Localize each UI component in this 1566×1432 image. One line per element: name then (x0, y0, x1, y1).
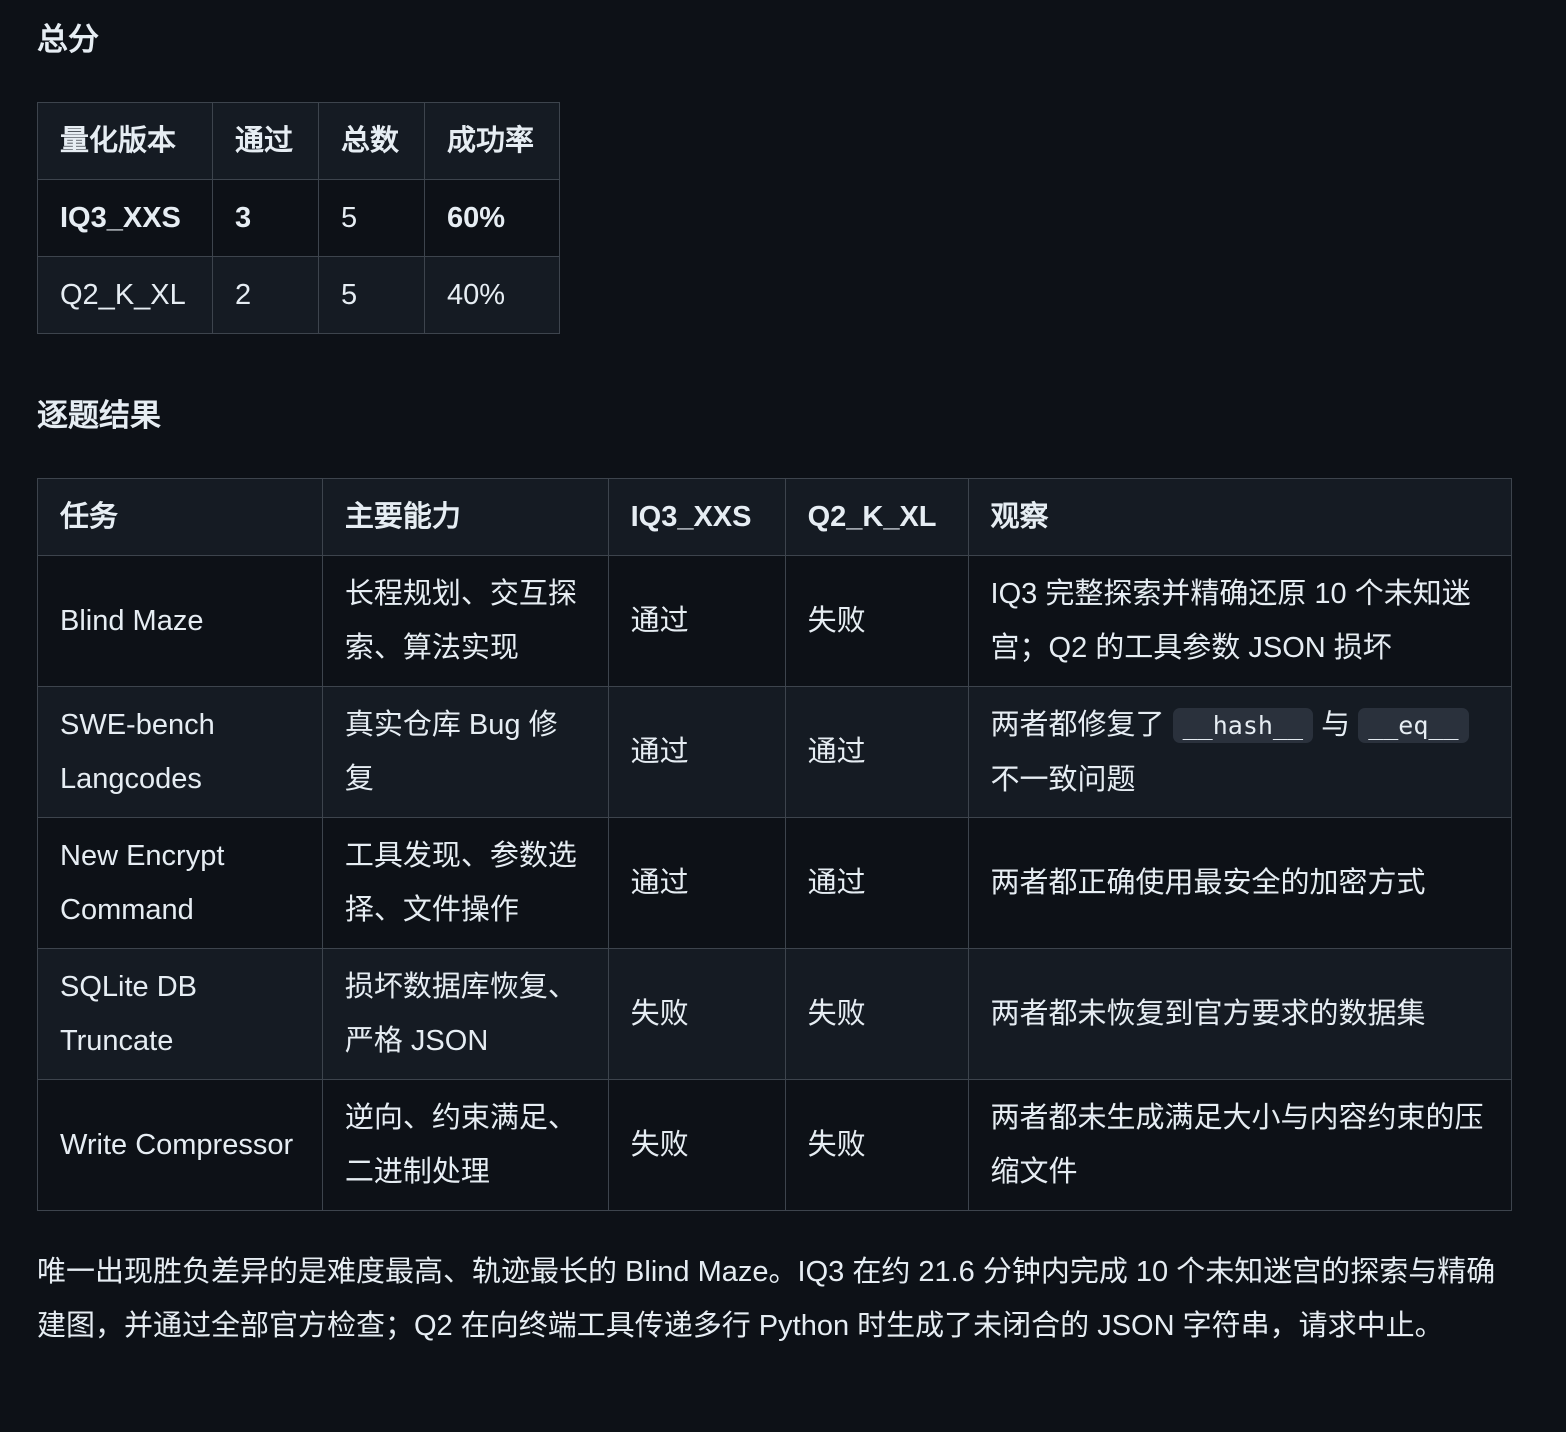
task-ability: 长程规划、交互探索、算法实现 (321, 555, 609, 687)
conclusion-paragraph: 唯一出现胜负差异的是难度最高、轨迹最长的 Blind Maze。IQ3 在约 2… (37, 1256, 1496, 1342)
task-name: Blind Maze (37, 555, 323, 687)
total-count: 5 (318, 179, 425, 257)
task-ability: 真实仓库 Bug 修复 (321, 686, 609, 818)
details-heading: 逐题结果 (37, 398, 161, 433)
iq3-result: 失败 (607, 948, 786, 1080)
q2-result: 失败 (784, 1079, 969, 1211)
table-row: Q2_K_XL 2 5 40% (37, 256, 560, 334)
details-header-cell: IQ3_XXS (607, 478, 786, 556)
iq3-result: 失败 (607, 1079, 786, 1211)
summary-heading: 总分 (37, 22, 99, 57)
summary-table: 量化版本 通过 总数 成功率 IQ3_XXS 3 5 60% Q2_K_XL 2… (37, 102, 560, 334)
details-table: 任务 主要能力 IQ3_XXS Q2_K_XL 观察 Blind Maze 长程… (37, 478, 1513, 1211)
inline-code-eq: __eq__ (1358, 707, 1469, 743)
observation-text: 与 (1321, 708, 1351, 741)
table-row: Blind Maze 长程规划、交互探索、算法实现 通过 失败 IQ3 完整探索… (37, 555, 1513, 687)
table-row: Write Compressor 逆向、约束满足、二进制处理 失败 失败 两者都… (37, 1079, 1513, 1211)
task-ability: 工具发现、参数选择、文件操作 (321, 817, 609, 949)
observation: IQ3 完整探索并精确还原 10 个未知迷宫；Q2 的工具参数 JSON 损坏 (967, 555, 1513, 687)
q2-result: 通过 (784, 686, 969, 818)
success-rate: 60% (424, 179, 560, 257)
observation: 两者都修复了 __hash__ 与 __eq__ 不一致问题 (967, 686, 1513, 818)
task-name: Write Compressor (37, 1079, 323, 1211)
table-row: IQ3_XXS 3 5 60% (37, 179, 560, 257)
observation: 两者都未恢复到官方要求的数据集 (967, 948, 1513, 1080)
iq3-result: 通过 (607, 555, 786, 687)
observation: 两者都未生成满足大小与内容约束的压缩文件 (967, 1079, 1513, 1211)
quant-version: IQ3_XXS (37, 179, 213, 257)
iq3-result: 通过 (607, 686, 786, 818)
pass-count: 3 (212, 179, 319, 257)
table-row: SWE-bench Langcodes 真实仓库 Bug 修复 通过 通过 两者… (37, 686, 1513, 818)
details-header-row: 任务 主要能力 IQ3_XXS Q2_K_XL 观察 (37, 478, 1513, 556)
summary-header-cell: 总数 (318, 102, 425, 180)
details-header-cell: 任务 (37, 478, 323, 556)
summary-header-cell: 通过 (212, 102, 319, 180)
q2-result: 失败 (784, 555, 969, 687)
observation: 两者都正确使用最安全的加密方式 (967, 817, 1513, 949)
details-header-cell: 主要能力 (321, 478, 609, 556)
details-header-cell: 观察 (967, 478, 1513, 556)
q2-result: 通过 (784, 817, 969, 949)
quant-version: Q2_K_XL (37, 256, 213, 334)
summary-header-cell: 量化版本 (37, 102, 213, 180)
details-header-cell: Q2_K_XL (784, 478, 969, 556)
task-ability: 损坏数据库恢复、严格 JSON (321, 948, 609, 1080)
total-count: 5 (318, 256, 425, 334)
task-name: SWE-bench Langcodes (37, 686, 323, 818)
iq3-result: 通过 (607, 817, 786, 949)
table-row: SQLite DB Truncate 损坏数据库恢复、严格 JSON 失败 失败… (37, 948, 1513, 1080)
summary-header-row: 量化版本 通过 总数 成功率 (37, 102, 560, 180)
task-name: New Encrypt Command (37, 817, 323, 949)
table-row: New Encrypt Command 工具发现、参数选择、文件操作 通过 通过… (37, 817, 1513, 949)
observation-text: 两者都修复了 (990, 708, 1165, 741)
success-rate: 40% (424, 256, 560, 334)
observation-text: 不一致问题 (990, 763, 1136, 796)
task-ability: 逆向、约束满足、二进制处理 (321, 1079, 609, 1211)
q2-result: 失败 (784, 948, 969, 1080)
summary-header-cell: 成功率 (424, 102, 560, 180)
task-name: SQLite DB Truncate (37, 948, 323, 1080)
inline-code-hash: __hash__ (1172, 707, 1314, 743)
pass-count: 2 (212, 256, 319, 334)
